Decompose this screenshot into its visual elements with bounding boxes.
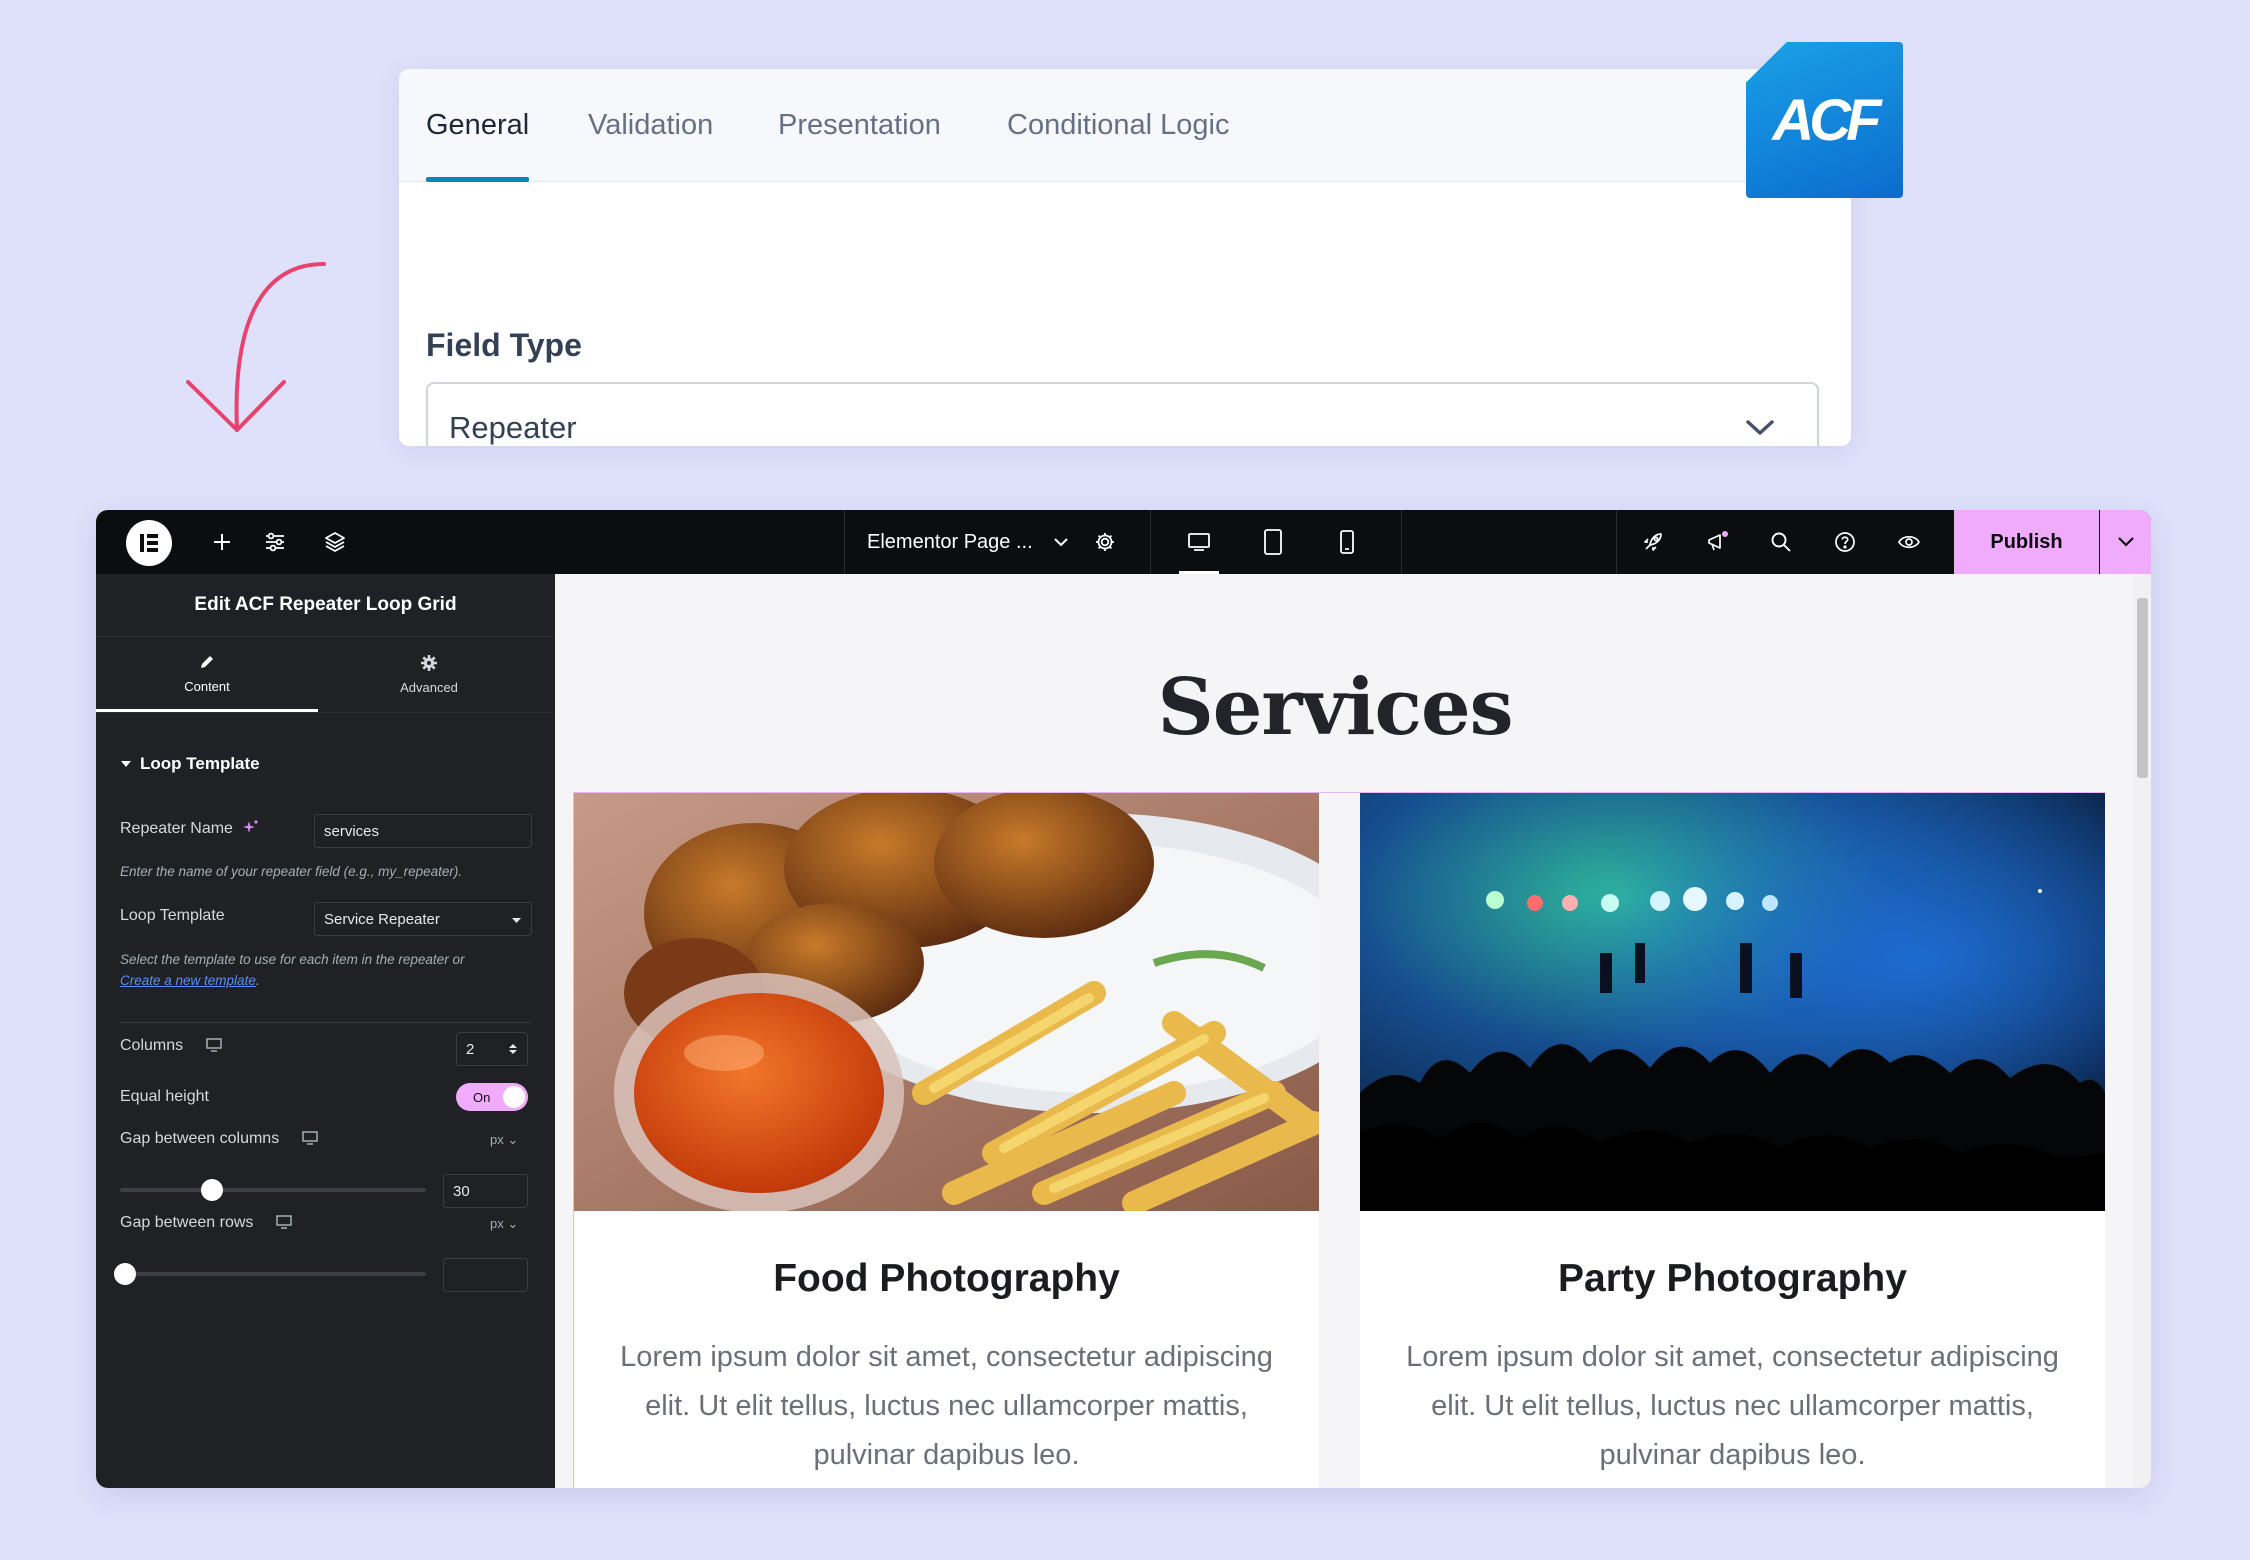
loop-template-note: Select the template to use for each item… (120, 952, 465, 988)
notifications-icon[interactable] (1688, 510, 1748, 574)
desktop-icon[interactable] (205, 1038, 222, 1052)
loop-template-select[interactable]: Service Repeater (314, 902, 532, 936)
desktop-icon[interactable] (1169, 510, 1229, 574)
field-type-value: Repeater (449, 410, 577, 445)
gear-icon (421, 655, 437, 671)
gap-columns-unit-select[interactable]: px ⌄ (490, 1132, 518, 1148)
tab-advanced[interactable]: Advanced (318, 637, 540, 712)
widget-settings-panel: Edit ACF Repeater Loop Grid Content Adva… (96, 574, 555, 1488)
acf-tab-bar: General Validation Presentation Conditio… (399, 69, 1851, 182)
acf-logo: ACF (1746, 42, 1903, 198)
tab-validation[interactable]: Validation (588, 69, 713, 182)
card-text: Lorem ipsum dolor sit amet, consectetur … (1406, 1341, 2059, 1471)
card-title: Party Photography (1558, 1257, 1907, 1300)
gap-columns-slider-track[interactable] (120, 1188, 426, 1192)
page-settings-icon[interactable] (1075, 510, 1135, 574)
section-loop-template[interactable]: Loop Template (120, 754, 260, 774)
tab-content[interactable]: Content (96, 637, 318, 712)
services-heading: Services (1157, 662, 1513, 753)
field-type-select[interactable]: Repeater (426, 382, 1819, 446)
pencil-icon (201, 655, 213, 668)
columns-label: Columns (120, 1037, 222, 1055)
repeater-name-input[interactable]: services (314, 814, 532, 848)
equal-height-toggle[interactable]: On (456, 1083, 528, 1111)
page-canvas: Services Food Photography Lorem ipsum do… (555, 574, 2151, 1488)
service-card[interactable]: Party Photography Lorem ipsum dolor sit … (1360, 793, 2105, 1488)
chevron-down-icon (1746, 420, 1774, 435)
caret-down-icon (512, 918, 521, 923)
gap-rows-slider-track[interactable] (120, 1272, 426, 1276)
chevron-down-icon (2117, 537, 2134, 547)
gap-columns-input[interactable]: 30 (443, 1174, 528, 1208)
editor-top-bar: Elementor Page ... Publish (96, 510, 2151, 574)
columns-number-input[interactable]: 2 (456, 1032, 528, 1066)
canvas-scrollbar[interactable] (2133, 574, 2151, 1488)
gap-rows-slider-knob[interactable] (114, 1263, 136, 1285)
publish-button[interactable]: Publish (1954, 510, 2099, 574)
field-type-label: Field Type (426, 327, 582, 363)
repeater-name-note: Enter the name of your repeater field (e… (120, 864, 463, 879)
caret-down-icon (121, 761, 131, 767)
tab-content-label: Content (184, 678, 230, 694)
gap-columns-label: Gap between columns (120, 1130, 318, 1148)
publish-options-button[interactable] (2100, 510, 2151, 574)
page-title-label: Elementor Page ... (867, 530, 1033, 553)
gap-rows-input[interactable] (443, 1258, 528, 1292)
search-icon[interactable] (1751, 510, 1811, 574)
gap-rows-unit-select[interactable]: px ⌄ (490, 1216, 518, 1232)
section-title: Loop Template (140, 754, 260, 773)
tab-presentation[interactable]: Presentation (778, 69, 941, 182)
curved-arrow-icon (186, 262, 326, 432)
tablet-icon[interactable] (1243, 510, 1303, 574)
panel-title: Edit ACF Repeater Loop Grid (96, 574, 555, 637)
stepper-arrows-icon[interactable] (507, 1042, 519, 1056)
tab-general[interactable]: General (426, 69, 530, 182)
settings-sliders-icon[interactable] (245, 510, 305, 574)
mobile-icon[interactable] (1317, 510, 1377, 574)
acf-field-settings-card: General Validation Presentation Conditio… (399, 69, 1851, 446)
tab-advanced-label: Advanced (400, 680, 458, 695)
elementor-editor-window: Elementor Page ... Publish Edit ACF Repe… (96, 510, 2151, 1488)
loop-template-value: Service Repeater (324, 910, 440, 928)
rocket-icon[interactable] (1623, 510, 1683, 574)
help-icon[interactable] (1815, 510, 1875, 574)
equal-height-state: On (473, 1090, 491, 1105)
layers-icon[interactable] (305, 510, 365, 574)
repeater-name-label: Repeater Name (120, 819, 259, 838)
food-photo-image (574, 793, 1319, 1211)
loop-template-label: Loop Template (120, 907, 225, 924)
card-text: Lorem ipsum dolor sit amet, consectetur … (620, 1341, 1273, 1471)
desktop-icon[interactable] (301, 1131, 318, 1145)
concert-photo-image (1360, 793, 2105, 1211)
gap-rows-label: Gap between rows (120, 1214, 292, 1232)
page-title-dropdown[interactable]: Elementor Page ... (867, 510, 1069, 574)
add-icon[interactable] (192, 510, 252, 574)
chevron-down-icon (1053, 538, 1068, 547)
preview-eye-icon[interactable] (1879, 510, 1939, 574)
elementor-logo-icon[interactable] (126, 520, 172, 566)
tab-conditional-logic[interactable]: Conditional Logic (1007, 69, 1229, 182)
desktop-icon[interactable] (276, 1215, 292, 1229)
card-title: Food Photography (773, 1257, 1120, 1300)
dynamic-tags-sparkle-icon[interactable] (243, 819, 259, 835)
service-card[interactable]: Food Photography Lorem ipsum dolor sit a… (574, 793, 1319, 1488)
equal-height-label: Equal height (120, 1088, 209, 1105)
gap-columns-slider-knob[interactable] (200, 1179, 223, 1201)
create-new-template-link[interactable]: Create a new template (120, 973, 256, 988)
